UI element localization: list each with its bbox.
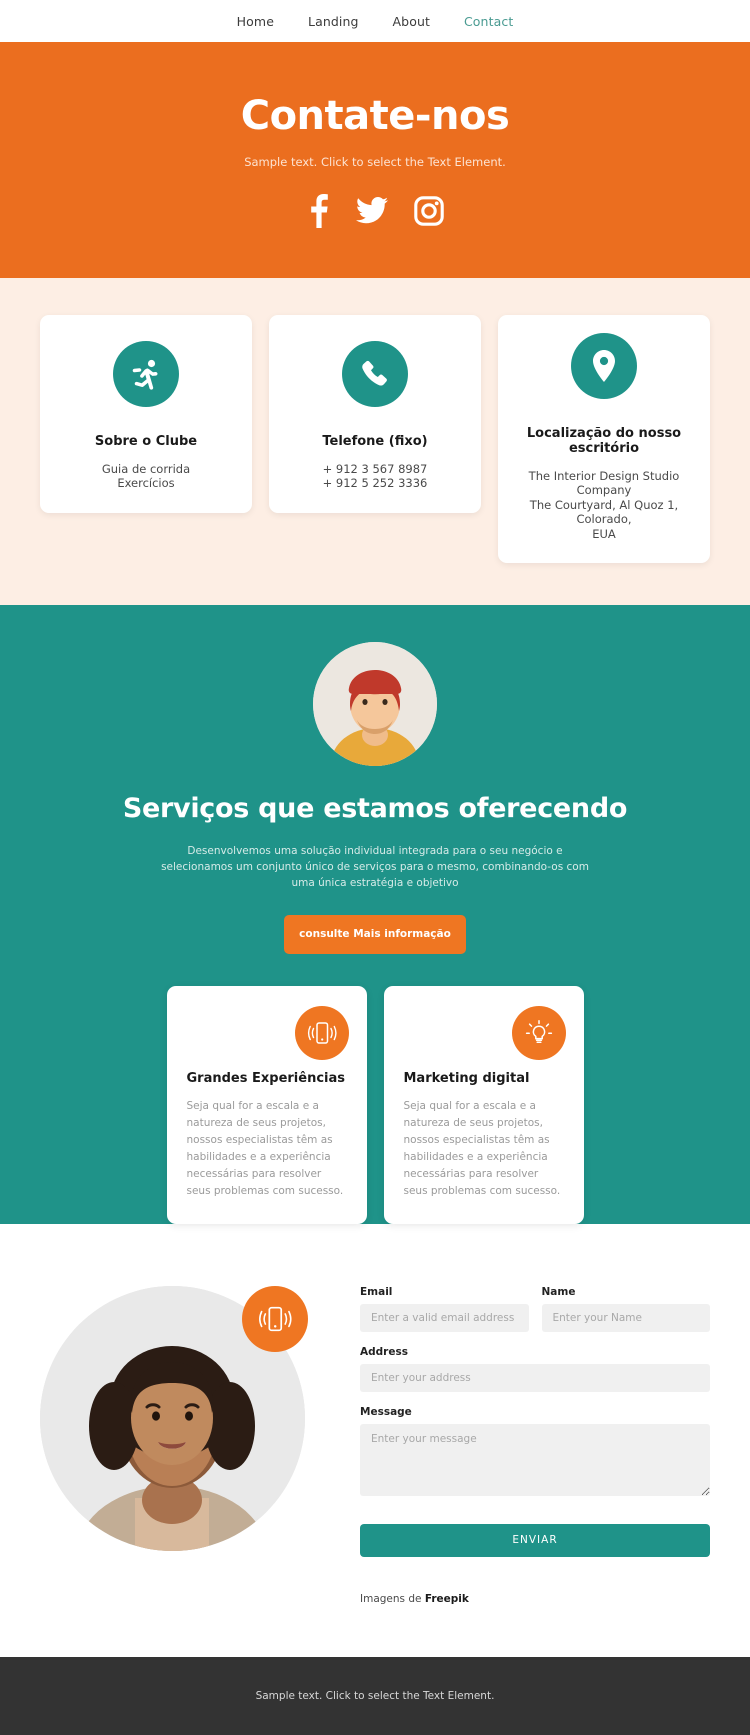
feature-card-title: Marketing digital — [403, 1070, 530, 1086]
info-card-title: Sobre o Clube — [94, 434, 198, 449]
info-card-line: EUA — [592, 526, 616, 541]
contact-form: Email Name Address Message ENVIAR Imagen… — [360, 1264, 710, 1605]
email-label: Email — [360, 1285, 393, 1298]
services-section: Serviços que estamos oferecendo Desenvol… — [0, 604, 750, 1224]
nav-link-about[interactable]: About — [393, 14, 430, 29]
info-cards-row: Sobre o Clube Guia de corrida Exercícios… — [0, 315, 750, 563]
footer-text: Sample text. Click to select the Text El… — [255, 1689, 495, 1702]
address-field[interactable] — [360, 1363, 710, 1392]
social-links — [20, 194, 730, 232]
mobile-vibrate-icon — [294, 1005, 349, 1060]
feature-card-title: Grandes Experiências — [186, 1070, 346, 1086]
image-credit-source[interactable]: Freepik — [425, 1593, 469, 1605]
footer: Sample text. Click to select the Text El… — [0, 1656, 750, 1735]
info-cards-section: Sobre o Clube Guia de corrida Exercícios… — [0, 278, 750, 605]
info-card-line: The Interior Design Studio Company — [528, 469, 680, 498]
address-field-group: Address — [360, 1346, 710, 1392]
mobile-vibrate-icon — [242, 1285, 308, 1352]
info-card-club[interactable]: Sobre o Clube Guia de corrida Exercícios — [40, 315, 252, 513]
page-title: Contate-nos — [240, 93, 510, 139]
contact-photo-wrap — [40, 1264, 330, 1551]
info-card-line: Guia de corrida — [101, 462, 191, 476]
image-credit: Imagens de Freepik — [360, 1593, 710, 1605]
image-credit-prefix: Imagens de — [360, 1592, 425, 1605]
services-title: Serviços que estamos oferecendo — [122, 792, 628, 824]
services-subtitle: Desenvolvemos uma solução individual int… — [161, 844, 589, 890]
info-card-line: The Courtyard, Al Quoz 1, Colorado, — [529, 497, 679, 527]
more-info-button[interactable]: consulte Mais informação — [284, 914, 466, 954]
feature-card-experiences[interactable]: Grandes Experiências Seja qual for a esc… — [166, 985, 367, 1224]
info-card-line: Exercícios — [117, 476, 175, 491]
info-card-title: Localização do nosso escritório — [526, 426, 682, 456]
name-field-group: Name — [541, 1285, 710, 1332]
location-pin-icon — [571, 333, 637, 399]
feature-card-body: Seja qual for a escala e a natureza de s… — [186, 1099, 344, 1197]
message-label: Message — [360, 1405, 412, 1418]
instagram-icon[interactable] — [414, 196, 444, 230]
hero-subtitle: Sample text. Click to select the Text El… — [244, 155, 506, 169]
top-navbar: Home Landing About Contact — [0, 0, 750, 42]
name-label: Name — [541, 1285, 576, 1298]
message-field-group: Message — [360, 1406, 710, 1500]
email-field-group: Email — [360, 1286, 529, 1332]
info-card-line: + 912 3 567 8987 — [322, 462, 428, 476]
name-field[interactable] — [541, 1303, 710, 1332]
feature-card-body: Seja qual for a escala e a natureza de s… — [403, 1099, 561, 1197]
email-field[interactable] — [360, 1303, 529, 1332]
nav-link-home[interactable]: Home — [237, 14, 274, 29]
info-card-location[interactable]: Localização do nosso escritório The Inte… — [498, 315, 710, 563]
info-card-phone[interactable]: Telefone (fixo) + 912 3 567 8987 + 912 5… — [269, 315, 481, 513]
feature-card-marketing[interactable]: Marketing digital Seja qual for a escala… — [383, 985, 584, 1224]
facebook-icon[interactable] — [306, 194, 330, 232]
address-label: Address — [360, 1345, 408, 1358]
form-row-email-name: Email Name — [360, 1286, 710, 1346]
feature-cards-row: Grandes Experiências Seja qual for a esc… — [0, 954, 750, 1224]
message-field[interactable] — [360, 1423, 710, 1496]
avatar — [313, 641, 437, 766]
hero-section: Contate-nos Sample text. Click to select… — [0, 42, 750, 278]
submit-button[interactable]: ENVIAR — [360, 1523, 710, 1557]
nav-link-landing[interactable]: Landing — [308, 14, 359, 29]
info-card-line: + 912 5 252 3336 — [322, 476, 428, 491]
twitter-icon[interactable] — [355, 197, 388, 229]
phone-icon — [342, 341, 408, 407]
running-icon — [113, 341, 179, 407]
info-card-title: Telefone (fixo) — [322, 434, 428, 449]
lightbulb-icon — [511, 1005, 566, 1060]
contact-section: Email Name Address Message ENVIAR Imagen… — [0, 1223, 750, 1657]
nav-link-contact[interactable]: Contact — [464, 14, 513, 29]
